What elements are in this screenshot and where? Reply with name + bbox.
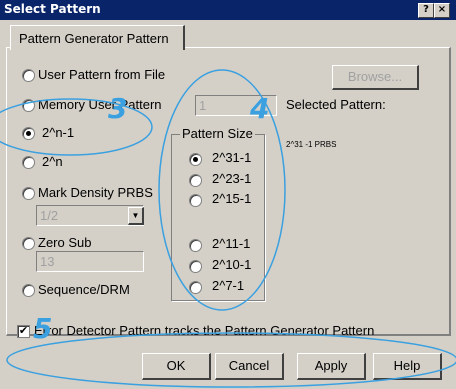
tab-pattern-generator[interactable]: Pattern Generator Pattern [10,25,185,50]
annotation-3: 3 [108,92,128,125]
annotation-ellipse-5 [6,332,456,388]
annotation-4: 4 [250,92,270,125]
tab-label: Pattern Generator Pattern [19,31,169,46]
annotation-overlay [0,69,456,388]
annotation-ellipse-3 [0,98,153,156]
annotation-5: 5 [33,312,53,345]
